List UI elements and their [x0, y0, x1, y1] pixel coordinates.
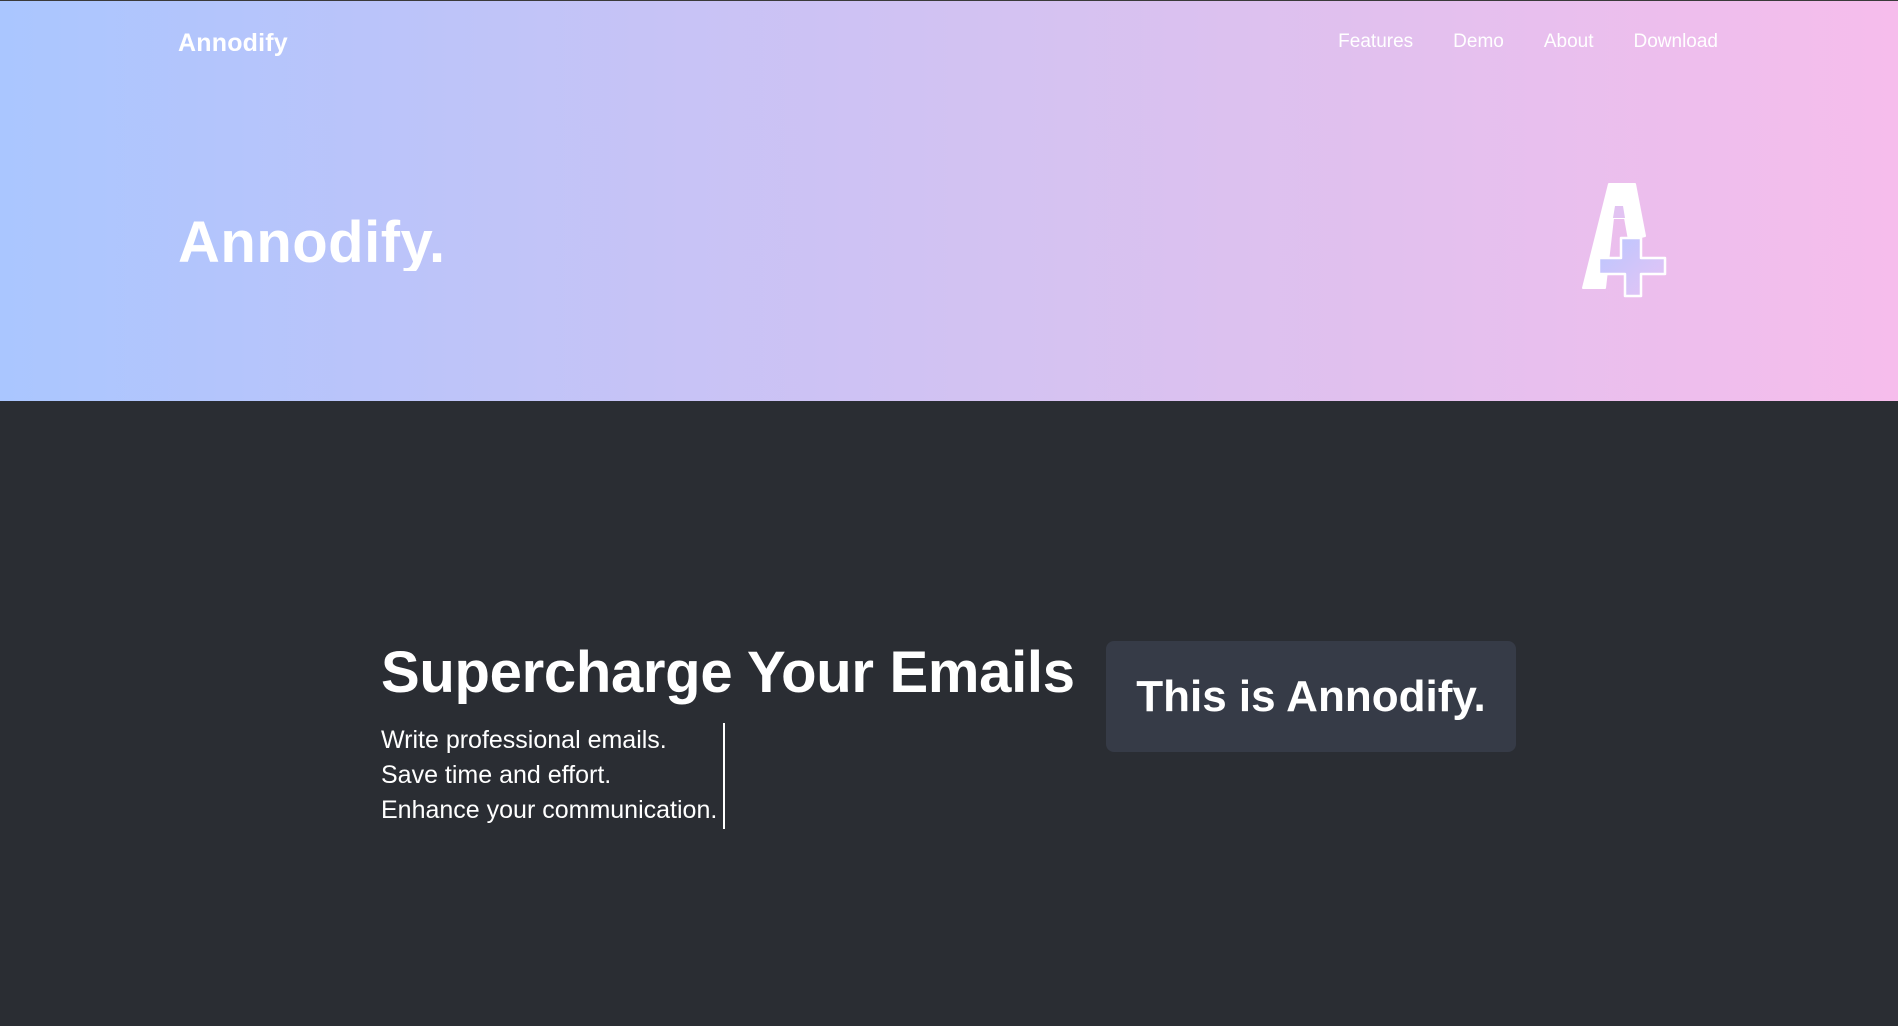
headline: Supercharge Your Emails	[381, 640, 1075, 705]
typed-lines: Write professional emails. Save time and…	[381, 723, 717, 828]
nav-link-download[interactable]: Download	[1634, 31, 1719, 53]
annodify-logo-icon	[1565, 176, 1685, 306]
typed-line: Save time and effort.	[381, 761, 612, 789]
hero-header: Annodify Features Demo About Download An…	[0, 1, 1898, 401]
hero-title: Annodify.	[178, 210, 446, 271]
typed-line: Write professional emails.	[381, 726, 667, 754]
typed-line: Enhance your communication.	[381, 796, 718, 824]
main-nav: Features Demo About Download	[1338, 31, 1718, 53]
brand-link[interactable]: Annodify	[178, 29, 288, 58]
nav-link-demo[interactable]: Demo	[1453, 31, 1504, 53]
main-content: Supercharge Your Emails Write profession…	[0, 401, 1898, 1026]
nav-link-features[interactable]: Features	[1338, 31, 1413, 53]
intro-card: This is Annodify.	[1106, 641, 1516, 752]
text-caret	[723, 723, 725, 829]
nav-link-about[interactable]: About	[1544, 31, 1594, 53]
intro-card-text: This is Annodify.	[1136, 671, 1486, 721]
